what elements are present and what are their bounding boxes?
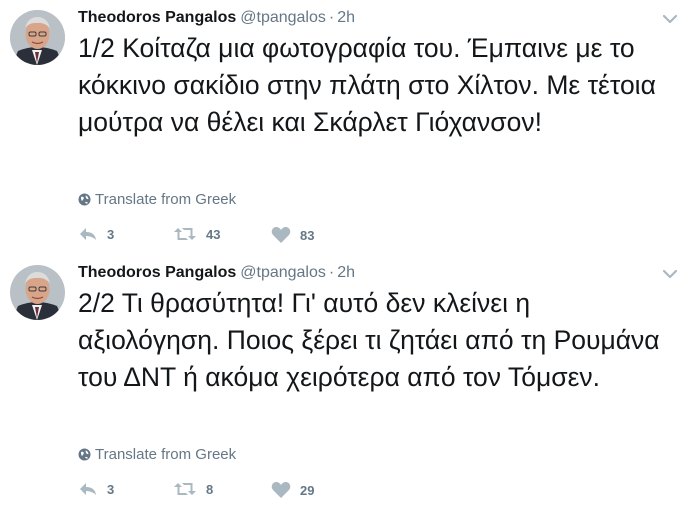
tweet-text: 2/2 Τι θρασύτητα! Γι' αυτό δεν κλείνει η… — [78, 288, 660, 392]
globe-icon — [78, 192, 91, 212]
retweet-button[interactable]: 8 — [173, 481, 213, 497]
reply-icon — [78, 481, 98, 497]
author-handle[interactable]: @tpangalos — [240, 9, 326, 26]
tweet-header: Theodoros Pangalos @tpangalos · 2h — [78, 8, 355, 28]
separator: · — [328, 9, 335, 26]
like-button[interactable]: 83 — [271, 226, 314, 244]
reply-button[interactable]: 3 — [78, 481, 114, 497]
tweet[interactable]: Theodoros Pangalos @tpangalos · 2h 1/2 Κοίτ… — [0, 0, 690, 255]
heart-icon — [271, 226, 291, 244]
retweet-icon — [173, 226, 197, 242]
translate-label[interactable]: Translate from Greek — [95, 446, 236, 463]
like-count: 29 — [300, 482, 315, 498]
retweet-count: 43 — [206, 226, 221, 242]
chevron-down-icon[interactable] — [662, 12, 678, 24]
tweet-actions: 3 43 83 — [78, 226, 398, 248]
translate-link[interactable]: Translate from Greek — [78, 445, 236, 467]
avatar[interactable] — [10, 265, 65, 320]
timestamp[interactable]: 2h — [337, 9, 355, 26]
avatar[interactable] — [10, 10, 65, 65]
reply-count: 3 — [107, 226, 115, 242]
heart-icon — [271, 481, 291, 499]
reply-button[interactable]: 3 — [78, 226, 114, 242]
retweet-button[interactable]: 43 — [173, 226, 220, 242]
translate-link[interactable]: Translate from Greek — [78, 190, 236, 212]
like-button[interactable]: 29 — [271, 481, 314, 499]
reply-icon — [78, 226, 98, 242]
retweet-icon — [173, 481, 197, 497]
retweet-count: 8 — [206, 481, 214, 497]
tweet-header: Theodoros Pangalos @tpangalos · 2h — [78, 263, 355, 283]
timestamp[interactable]: 2h — [337, 264, 355, 281]
tweet-text: 1/2 Κοίταζα μια φωτογραφία του. Έμπαινε … — [78, 33, 656, 137]
reply-count: 3 — [107, 481, 115, 497]
like-count: 83 — [300, 227, 315, 243]
chevron-down-icon[interactable] — [662, 267, 678, 279]
tweet-actions: 3 8 29 — [78, 481, 398, 503]
author-name[interactable]: Theodoros Pangalos — [78, 264, 236, 281]
author-name[interactable]: Theodoros Pangalos — [78, 9, 236, 26]
tweet[interactable]: Theodoros Pangalos @tpangalos · 2h 2/2 Τι θ… — [0, 255, 690, 510]
globe-icon — [78, 447, 91, 467]
translate-label[interactable]: Translate from Greek — [95, 191, 236, 208]
author-handle[interactable]: @tpangalos — [240, 264, 326, 281]
separator: · — [328, 264, 335, 281]
